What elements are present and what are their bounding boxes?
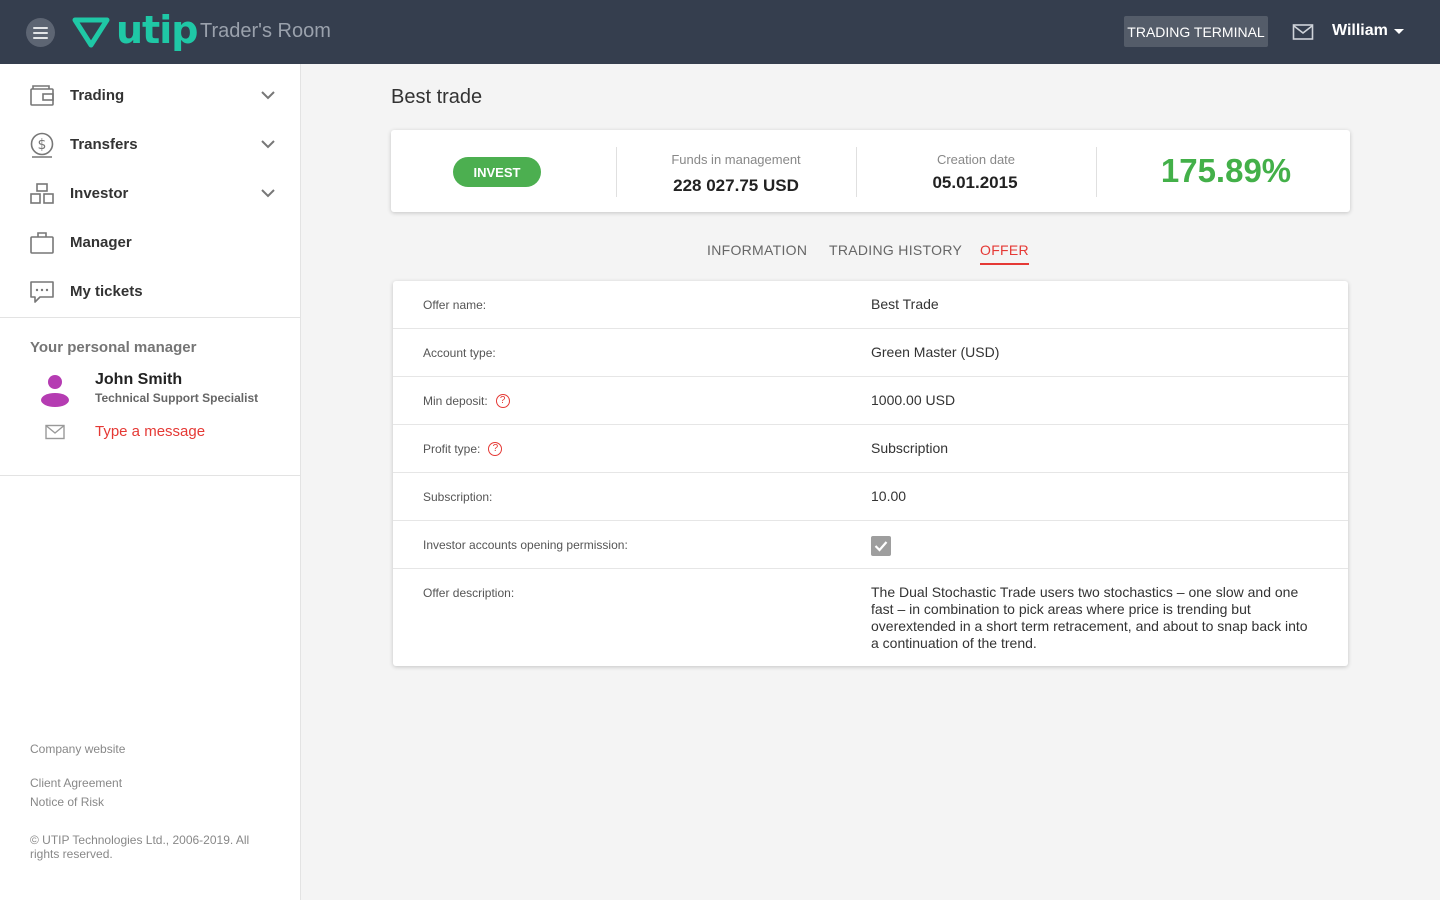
stats-card: INVEST Funds in management 228 027.75 US… [391,130,1350,212]
divider [0,317,300,318]
manager-role: Technical Support Specialist [95,391,259,405]
hamburger-menu-button[interactable] [26,18,55,47]
page-title: Best trade [391,86,483,108]
wallet-icon [30,85,54,106]
sidebar-item-my-tickets[interactable]: My tickets [0,267,300,316]
boxes-icon [30,183,54,204]
user-name: William [1332,22,1388,39]
sidebar-item-investor[interactable]: Investor [0,169,300,218]
trading-terminal-button[interactable]: TRADING TERMINAL [1124,16,1268,47]
row-label-with-help: Min deposit: ? [423,394,510,408]
chevron-down-icon [261,189,275,198]
offer-description-text: The Dual Stochastic Trade users two stoc… [871,584,1308,651]
invest-button[interactable]: INVEST [453,157,541,187]
sidebar-item-label: My tickets [70,283,143,300]
offer-row-subscription: Subscription: 10.00 [393,473,1348,521]
sidebar-item-transfers[interactable]: $ Transfers [0,120,300,169]
offer-row-description: Offer description: The Dual Stochastic T… [393,569,1348,666]
row-label-text: Min deposit: [423,394,488,408]
tab-information[interactable]: INFORMATION [707,242,807,258]
offer-row-min-deposit: Min deposit: ? 1000.00 USD [393,377,1348,425]
row-label: Offer description: [423,586,515,600]
funds-value: 228 027.75 USD [673,176,799,195]
chat-icon [30,281,54,303]
utip-logo-icon [72,17,110,48]
help-icon[interactable]: ? [488,442,503,456]
row-label-with-help: Profit type: ? [423,442,503,456]
help-icon[interactable]: ? [495,394,510,408]
funds-label: Funds in management [671,152,801,167]
offer-row-account-type: Account type: Green Master (USD) [393,329,1348,377]
row-label: Investor accounts opening permission: [423,538,628,552]
row-value: Subscription [871,440,949,456]
row-label: Offer name: [423,298,487,312]
sidebar-item-label: Transfers [70,136,138,153]
brand-logo[interactable]: utip [72,8,198,52]
client-agreement-link[interactable]: Client Agreement [30,776,122,790]
row-label: Subscription: [423,490,493,504]
checkmark-icon [874,541,888,552]
sidebar-item-manager[interactable]: Manager [0,218,300,267]
chevron-down-icon [261,140,275,149]
app-title: Trader's Room [200,20,331,42]
row-value: 1000.00 USD [871,392,956,408]
manager-name: John Smith [95,371,183,388]
creation-date-value: 05.01.2015 [932,173,1018,192]
divider [616,147,617,197]
offer-row-permission: Investor accounts opening permission: [393,521,1348,569]
offer-row-name: Offer name: Best Trade [393,281,1348,329]
sidebar-item-trading[interactable]: Trading [0,71,300,120]
company-website-link[interactable]: Company website [30,742,125,756]
notice-of-risk-link[interactable]: Notice of Risk [30,795,104,809]
sidebar: Trading $ Transfers Investor Manager My … [0,64,301,900]
svg-text:$: $ [38,137,47,153]
chevron-down-icon [261,91,275,100]
creation-date-label: Creation date [936,152,1016,167]
envelope-icon [45,424,65,440]
avatar [41,375,69,407]
type-message-link[interactable]: Type a message [95,423,205,440]
tab-trading-history[interactable]: TRADING HISTORY [829,242,962,258]
briefcase-icon [30,232,54,254]
offer-card: Offer name: Best Trade Account type: Gre… [393,281,1348,666]
sidebar-item-label: Investor [70,185,129,202]
divider [1096,147,1097,197]
sidebar-item-label: Manager [70,234,132,251]
tab-offer[interactable]: OFFER [980,242,1029,265]
sidebar-item-label: Trading [70,87,125,104]
divider [0,475,300,476]
caret-down-icon [1393,28,1404,34]
copyright-text: © UTIP Technologies Ltd., 2006-2019. All… [30,833,250,861]
divider [856,147,857,197]
row-label-text: Profit type: [423,442,481,456]
user-menu[interactable]: William [1332,22,1404,40]
brand-name: utip [116,8,198,52]
personal-manager-heading: Your personal manager [30,339,197,356]
top-bar: utip Trader's Room TRADING TERMINAL Will… [0,0,1440,64]
row-value: Best Trade [871,296,939,312]
profit-percentage: 175.89% [1160,152,1292,189]
permission-checkbox[interactable] [871,536,891,556]
offer-row-profit-type: Profit type: ? Subscription [393,425,1348,473]
mail-icon[interactable] [1292,22,1314,42]
dollar-circle-icon: $ [30,132,54,158]
row-label: Account type: [423,346,496,360]
row-value: Green Master (USD) [871,344,1000,360]
row-value: 10.00 [871,488,907,504]
